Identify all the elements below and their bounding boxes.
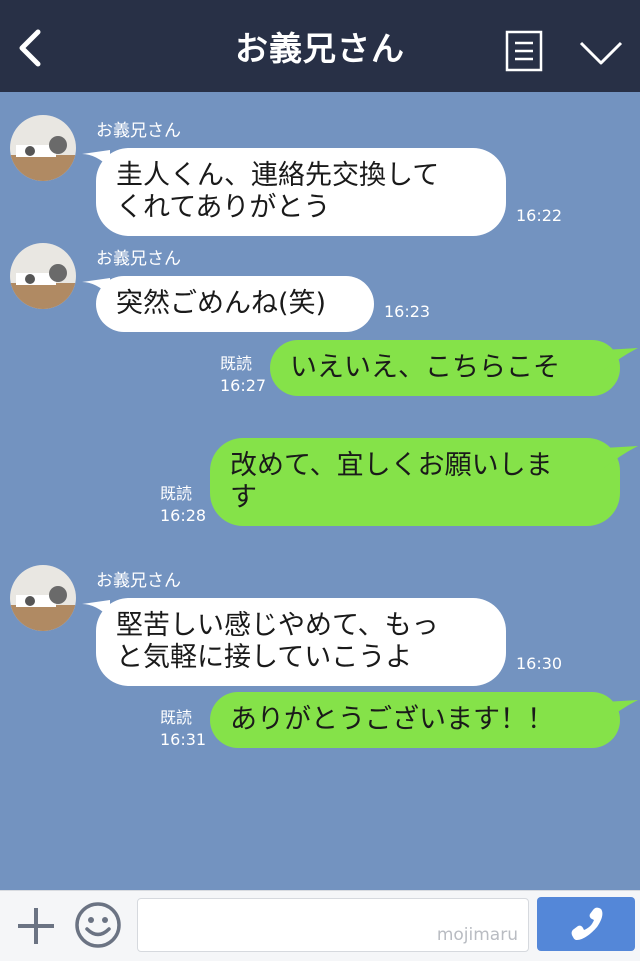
message-time: 16:30 bbox=[516, 654, 563, 673]
bubble-tail bbox=[604, 700, 638, 722]
message-bubble[interactable]: 改めて、宜しくお願いしま す bbox=[210, 438, 620, 526]
chevron-down-icon[interactable] bbox=[578, 38, 624, 68]
message-line: 堅苦しい感じやめて、もっ bbox=[116, 610, 439, 641]
message-time: 16:23 bbox=[384, 302, 431, 321]
message-bubble[interactable]: 圭人くん、連絡先交換して くれてありがとう bbox=[96, 148, 506, 236]
avatar[interactable] bbox=[10, 243, 76, 309]
message-bubble[interactable]: いえいえ、こちらこそ bbox=[270, 340, 620, 396]
sender-name: お義兄さん bbox=[96, 571, 181, 591]
chat-title: お義兄さん bbox=[235, 29, 405, 68]
input-bar: mojimaru bbox=[0, 890, 640, 961]
chat-area[interactable]: お義兄さん 圭人くん、連絡先交換して くれてありがとう 16:22 お義兄さん … bbox=[0, 92, 640, 890]
message-line: ありがとうございます！！ bbox=[230, 704, 554, 735]
bubble-tail bbox=[604, 348, 638, 370]
smile-icon[interactable] bbox=[74, 901, 122, 949]
read-receipt: 既読 bbox=[160, 708, 193, 727]
sender-name: お義兄さん bbox=[96, 249, 181, 269]
message-line: と気軽に接していこうよ bbox=[116, 642, 413, 673]
message-time: 16:22 bbox=[516, 206, 563, 225]
chat-header: お義兄さん bbox=[0, 0, 640, 92]
read-receipt: 既読 bbox=[220, 354, 253, 373]
message-line: 圭人くん、連絡先交換して bbox=[116, 160, 440, 191]
watermark: mojimaru bbox=[436, 925, 518, 945]
bubble-tail bbox=[604, 446, 638, 468]
read-receipt: 既読 bbox=[160, 484, 193, 503]
message-time: 16:31 bbox=[160, 730, 207, 749]
call-button[interactable] bbox=[537, 897, 635, 951]
plus-icon[interactable] bbox=[14, 904, 58, 948]
message-line: 突然ごめんね(笑) bbox=[116, 288, 327, 319]
message-bubble[interactable]: ありがとうございます！！ bbox=[210, 692, 620, 748]
message-input[interactable]: mojimaru bbox=[137, 898, 529, 952]
message-line: くれてありがとう bbox=[116, 192, 331, 223]
message-line: いえいえ、こちらこそ bbox=[290, 352, 560, 383]
message-bubble[interactable]: 突然ごめんね(笑) bbox=[96, 276, 374, 332]
menu-icon[interactable] bbox=[505, 30, 543, 72]
avatar[interactable] bbox=[10, 565, 76, 631]
message-time: 16:27 bbox=[220, 376, 267, 395]
message-line: す bbox=[230, 482, 257, 513]
message-time: 16:28 bbox=[160, 506, 207, 525]
message-bubble[interactable]: 堅苦しい感じやめて、もっ と気軽に接していこうよ bbox=[96, 598, 506, 686]
phone-icon bbox=[571, 907, 603, 940]
sender-name: お義兄さん bbox=[96, 121, 181, 141]
avatar[interactable] bbox=[10, 115, 76, 181]
message-line: 改めて、宜しくお願いしま bbox=[230, 450, 553, 481]
